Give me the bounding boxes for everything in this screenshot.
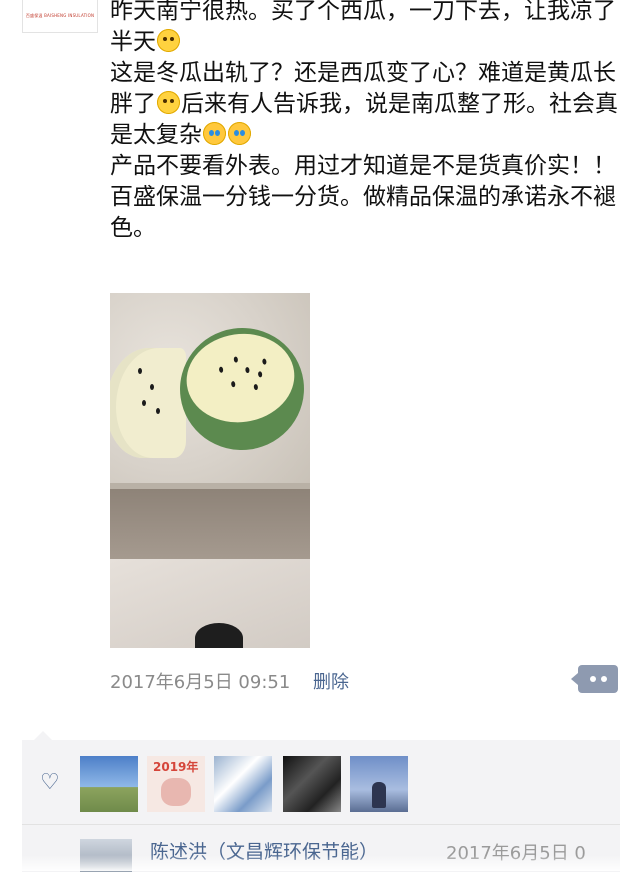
melon-slice (110, 348, 186, 458)
more-actions-button[interactable] (571, 665, 618, 693)
heart-icon: ♡ (40, 770, 60, 795)
like-avatar-1[interactable] (80, 756, 138, 812)
post-text: 昨天南宁很热。买了个西瓜，一刀下去，让我凉了半天 这是冬瓜出轨了？还是西瓜变了心… (110, 0, 622, 244)
more-dots-icon (589, 676, 596, 682)
post-line-1: 昨天南宁很热。买了个西瓜，一刀下去，让我凉了半天 (110, 0, 622, 58)
post-line-3-text: 后来有人告诉我，说是南瓜整了形。社会真是太复杂 (110, 91, 618, 148)
like-avatar-2-text: 2019年 (153, 760, 199, 774)
likes-panel-arrow (34, 731, 52, 740)
laugh-cry-emoji-icon (228, 122, 251, 145)
laugh-cry-emoji-icon (203, 122, 226, 145)
dizzy-emoji-icon (157, 91, 180, 114)
post-line-4: 产品不要看外表。用过才知道是不是货真价实！！ (110, 151, 622, 182)
post-date: 2017年6月5日 09:51 (110, 672, 291, 693)
watermelon-photo[interactable] (110, 293, 310, 648)
post-line-2: 这是冬瓜出轨了？还是西瓜变了心？难道是黄瓜长胖了 后来有人告诉我，说是南瓜整了形。… (110, 58, 622, 151)
delete-link[interactable]: 删除 (313, 668, 349, 694)
avatar-brand-text: 百盛保温 BAISHENG INSULATION (25, 13, 95, 18)
poster-avatar[interactable]: 百盛保温 BAISHENG INSULATION (22, 0, 98, 33)
like-avatar-3[interactable] (214, 756, 272, 812)
like-avatar-2[interactable]: 2019年 (147, 756, 205, 812)
post-line-4-text: 产品不要看外表。用过才知道是不是货真价实！！ (110, 153, 616, 179)
like-avatar-5[interactable] (350, 756, 408, 812)
post-line-5: 百盛保温一分钱一分货。做精品保温的承诺永不褪色。 (110, 182, 622, 244)
bottom-fade (0, 855, 640, 871)
like-avatar-4[interactable] (283, 756, 341, 812)
post-line-1-text: 昨天南宁很热。买了个西瓜，一刀下去，让我凉了半天 (110, 0, 616, 55)
smile-emoji-icon (157, 29, 180, 52)
shoe (195, 623, 243, 648)
post-line-5-text: 百盛保温一分钱一分货。做精品保温的承诺永不褪色。 (110, 184, 616, 241)
cabinet (110, 489, 310, 559)
